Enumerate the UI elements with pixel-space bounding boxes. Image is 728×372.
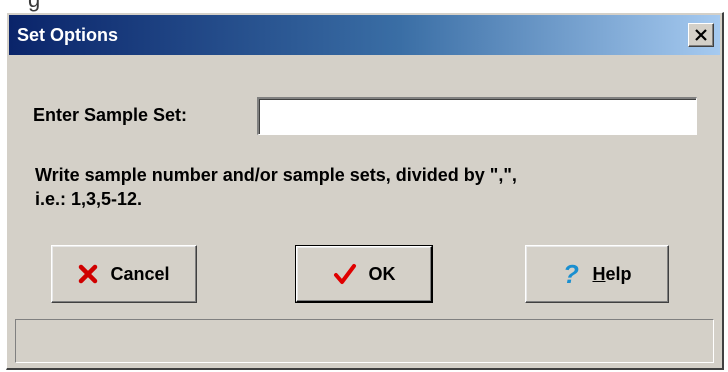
cancel-button[interactable]: Cancel bbox=[51, 245, 197, 303]
sample-set-label: Enter Sample Set: bbox=[33, 105, 188, 125]
x-icon bbox=[78, 264, 98, 284]
help-mnemonic: H bbox=[592, 263, 606, 284]
checkmark-icon bbox=[333, 263, 357, 285]
question-icon: ? bbox=[562, 261, 580, 287]
close-icon bbox=[695, 29, 707, 41]
svg-text:?: ? bbox=[563, 261, 579, 287]
help-button-label: Help bbox=[592, 264, 631, 285]
help-label-rest: elp bbox=[605, 263, 632, 284]
close-button[interactable] bbox=[688, 23, 714, 47]
set-options-dialog: Set Options Enter Sample Set: Write samp… bbox=[6, 12, 724, 370]
help-button[interactable]: ? Help bbox=[525, 245, 669, 303]
title-bar[interactable]: Set Options bbox=[9, 15, 720, 55]
sample-set-input[interactable] bbox=[257, 97, 697, 135]
ok-button-label: OK bbox=[368, 263, 396, 284]
hint-text: Write sample number and/or sample sets, … bbox=[35, 163, 705, 211]
status-bar bbox=[15, 319, 714, 363]
ok-button[interactable]: OK bbox=[295, 245, 433, 303]
window-title: Set Options bbox=[17, 25, 119, 45]
cancel-button-label: Cancel bbox=[110, 263, 170, 284]
hint-line-2: i.e.: 1,3,5-12. bbox=[35, 189, 143, 209]
hint-line-1: Write sample number and/or sample sets, … bbox=[35, 165, 517, 185]
